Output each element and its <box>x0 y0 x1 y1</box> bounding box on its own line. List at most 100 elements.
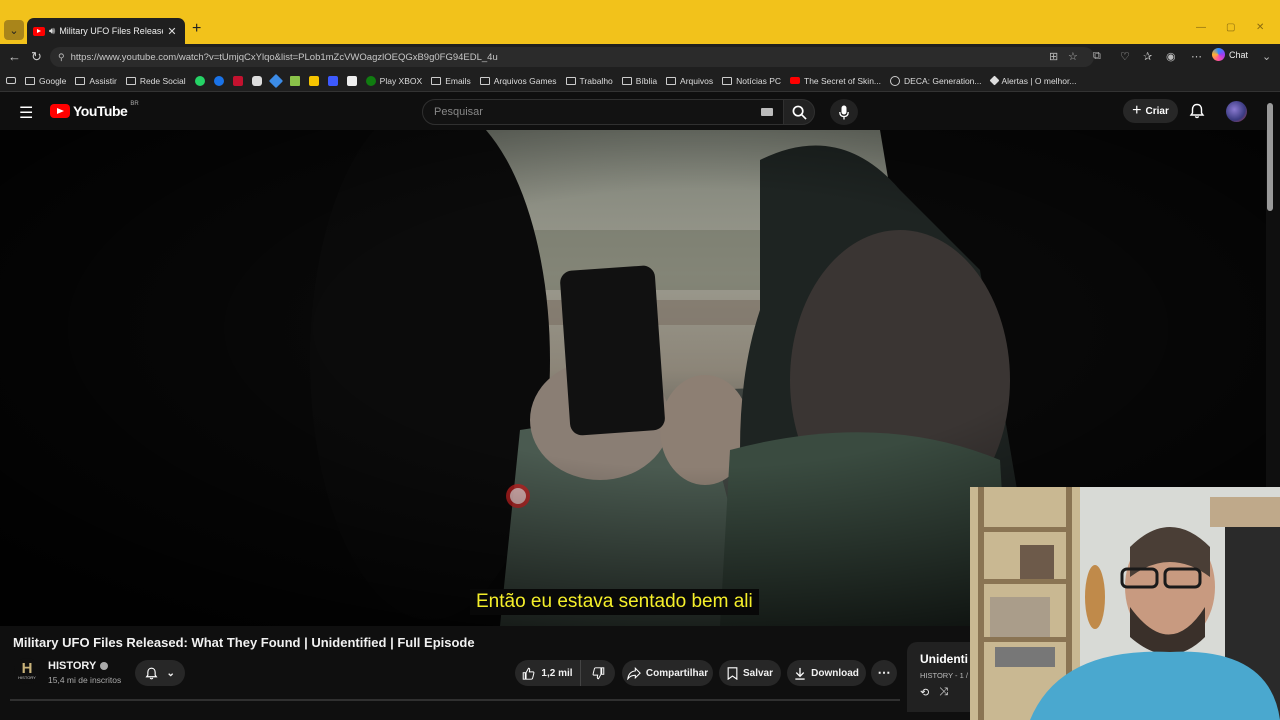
copilot-chat-button[interactable]: Chat <box>1212 48 1248 61</box>
youtube-play-icon <box>50 104 70 118</box>
create-button[interactable]: + Criar <box>1123 99 1178 123</box>
alert-icon <box>989 75 999 86</box>
extensions-icon[interactable]: ⧉ <box>1093 50 1101 63</box>
back-icon[interactable]: ← <box>8 49 21 64</box>
playlist-title: Unidenti <box>920 652 968 666</box>
profile-icon[interactable]: ◉ <box>1166 50 1176 63</box>
browser-tab-active[interactable]: 🔊︎ Military UFO Files Released: W ✕ <box>27 18 185 44</box>
bookmark-play-xbox[interactable]: Play XBOX <box>365 75 422 86</box>
bookmark-arquivos-games[interactable]: Arquivos Games <box>479 76 557 86</box>
share-arrow-icon <box>627 666 641 680</box>
thumbs-up-icon <box>523 667 535 680</box>
url-field[interactable]: ⚲ https://www.youtube.com/watch?v=tUmjqC… <box>50 47 1094 67</box>
s-app-icon[interactable] <box>346 75 357 86</box>
bookmarks-bar: Google Assistir Rede Social Play XBOX Em… <box>0 70 1280 92</box>
browser-tab-bar: ⌄ 🔊︎ Military UFO Files Released: W ✕ + … <box>0 0 1280 44</box>
site-info-icon[interactable]: ⚲ <box>58 52 65 63</box>
bookmark-trabalho[interactable]: Trabalho <box>565 76 613 86</box>
youtube-favicon-icon <box>33 26 45 36</box>
more-horizontal-icon: ⋯ <box>877 665 891 680</box>
bookmark-biblia[interactable]: Bíblia <box>621 76 657 86</box>
save-label: Salvar <box>742 667 774 679</box>
search-icon <box>792 105 807 120</box>
close-tab-icon[interactable]: ✕ <box>167 25 176 38</box>
save-button[interactable]: Salvar <box>719 660 781 686</box>
folder-icon <box>666 76 677 85</box>
red-app-icon[interactable] <box>232 75 243 86</box>
search-input[interactable] <box>434 106 754 118</box>
keyboard-icon[interactable] <box>761 108 773 116</box>
bookmark-secret-of-skin[interactable]: The Secret of Skin... <box>790 76 881 86</box>
download-button[interactable]: Download <box>787 660 866 686</box>
bookmark-rede-social[interactable]: Rede Social <box>125 76 186 86</box>
tab-list-icon[interactable] <box>6 77 16 84</box>
webcam-overlay <box>970 487 1280 720</box>
tab-actions-menu-icon[interactable]: ⌄ <box>4 20 24 40</box>
loop-icon[interactable]: ⟲ <box>920 686 929 699</box>
diamond-app-icon[interactable] <box>268 73 283 88</box>
folder-icon <box>621 76 632 85</box>
yellow-app-icon[interactable] <box>308 75 319 86</box>
chart-app-icon[interactable] <box>327 75 338 86</box>
channel-avatar[interactable]: H HISTORY <box>14 658 40 684</box>
more-actions-button[interactable]: ⋯ <box>871 660 897 686</box>
reload-icon[interactable]: ↻ <box>31 49 42 65</box>
address-bar-row: ← ↻ ⚲ https://www.youtube.com/watch?v=tU… <box>0 44 1280 70</box>
minimize-icon[interactable]: — <box>1196 22 1206 33</box>
channel-name[interactable]: HISTORY <box>48 660 109 672</box>
search-button[interactable] <box>783 99 815 125</box>
speaker-icon[interactable]: 🔊︎ <box>49 26 55 37</box>
more-menu-icon[interactable]: ⋯ <box>1191 50 1202 63</box>
bookmark-arquivos[interactable]: Arquivos <box>666 76 713 86</box>
voice-search-button[interactable] <box>830 99 858 125</box>
notifications-bell-icon[interactable] <box>1189 103 1205 119</box>
youtube-logo[interactable]: YouTube BR <box>50 101 139 119</box>
shuffle-icon[interactable]: ⤨ <box>939 686 948 699</box>
close-window-icon[interactable]: ✕ <box>1256 22 1264 33</box>
hamburger-menu-icon[interactable]: ☰ <box>19 103 33 123</box>
bookmark-deca[interactable]: DECA: Generation... <box>890 75 982 86</box>
browser-essentials-icon[interactable]: ♡ <box>1120 50 1130 63</box>
description-area <box>0 694 906 720</box>
playlist-subtitle: HISTORY - 1 / <box>920 671 968 680</box>
favorite-star-icon[interactable]: ☆ <box>1068 50 1078 63</box>
chevron-down-icon[interactable]: ⌄ <box>1262 50 1271 63</box>
bookmark-google[interactable]: Google <box>25 76 66 86</box>
messenger-icon[interactable] <box>213 75 224 86</box>
favorites-icon[interactable]: ✰ <box>1143 50 1152 63</box>
search-box[interactable] <box>422 99 784 125</box>
bookmark-alertas[interactable]: Alertas | O melhor... <box>989 75 1076 86</box>
bookmark-label: Arquivos <box>680 75 714 86</box>
folder-icon <box>25 76 35 85</box>
share-button[interactable]: Compartilhar <box>622 660 713 686</box>
tab-title: Military UFO Files Released: W <box>59 26 163 36</box>
bookmark-noticias-pc[interactable]: Notícias PC <box>722 76 781 86</box>
bookmark-label: Notícias PC <box>736 75 781 86</box>
scrollbar-thumb[interactable] <box>1267 103 1273 211</box>
bookmark-emails[interactable]: Emails <box>431 76 471 86</box>
app-available-icon[interactable]: ⊞ <box>1049 50 1058 63</box>
like-dislike-group: 1,2 mil <box>515 660 615 686</box>
maximize-icon[interactable]: ▢ <box>1226 22 1235 33</box>
download-label: Download <box>811 667 859 679</box>
download-icon <box>795 667 805 680</box>
verified-badge-icon <box>100 662 109 670</box>
download-app-icon[interactable] <box>289 75 300 86</box>
whatsapp-icon[interactable] <box>194 75 205 86</box>
bookmark-label: Emails <box>445 75 471 86</box>
logo-wordmark: YouTube <box>73 103 128 119</box>
bell-icon <box>145 667 158 679</box>
bookmark-assistir[interactable]: Assistir <box>75 76 117 86</box>
share-label: Compartilhar <box>645 667 709 679</box>
dislike-button[interactable] <box>581 660 615 686</box>
folder-icon <box>479 76 490 85</box>
url-text: https://www.youtube.com/watch?v=tUmjqCxY… <box>70 51 498 63</box>
xbox-icon <box>365 75 376 86</box>
like-button[interactable]: 1,2 mil <box>515 660 581 686</box>
subscription-notifications-button[interactable]: ⌄ <box>135 660 185 686</box>
new-tab-button[interactable]: + <box>192 20 201 38</box>
playlist-panel[interactable]: Unidenti HISTORY - 1 / ⟲ ⤨ <box>907 642 977 712</box>
grey-app-icon[interactable] <box>251 75 262 86</box>
account-avatar[interactable] <box>1226 101 1247 122</box>
copilot-icon <box>1212 48 1225 61</box>
